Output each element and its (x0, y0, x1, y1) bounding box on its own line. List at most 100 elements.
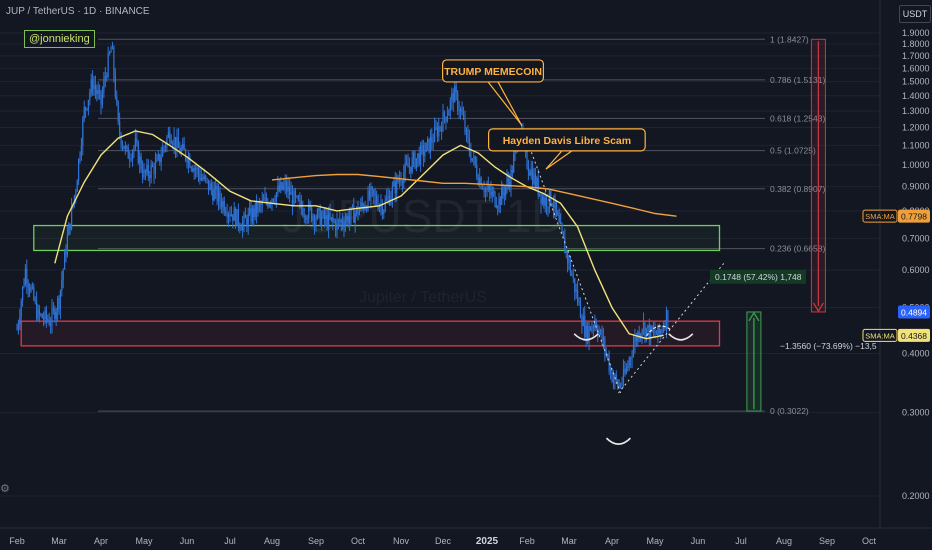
time-axis[interactable]: Feb Mar Apr May Jun Jul Aug Sep Oct Nov Dec 2025 Feb… (0, 527, 932, 550)
candle-body (289, 186, 291, 195)
candle-body (143, 170, 145, 177)
candle-body (628, 358, 630, 366)
candle-body (192, 168, 194, 172)
candle-body (336, 220, 338, 231)
candle-body (152, 165, 154, 167)
candle-body (222, 201, 224, 208)
candle-body (27, 283, 29, 288)
candle-body (371, 187, 373, 190)
candle-body (236, 209, 238, 226)
candle-body (182, 143, 184, 149)
candle-body (36, 300, 38, 319)
candle-body (20, 301, 22, 318)
candle-body (455, 86, 457, 93)
candle-body (239, 224, 241, 229)
resistance-zone[interactable] (20, 320, 721, 347)
candle-body (635, 336, 637, 342)
candle-body (343, 224, 345, 228)
candle-body (487, 186, 489, 190)
candle-body (195, 168, 197, 170)
candle-body (280, 182, 282, 191)
time-tick-0: Feb (9, 536, 25, 546)
time-tick-9: Nov (393, 536, 410, 546)
candle-body (274, 201, 276, 202)
candle-body (536, 177, 538, 187)
candle-body (87, 99, 89, 110)
candle-body (78, 159, 80, 181)
candle-body (250, 208, 252, 222)
candle-body (442, 111, 444, 132)
time-tick-13: Mar (561, 536, 577, 546)
support-zone[interactable] (33, 224, 721, 252)
candle-body (169, 131, 171, 141)
price-chart[interactable]: JUPUSDT 1D Jupiter / TetherUS 1 (1.8427)… (0, 0, 932, 550)
candle-body (76, 180, 78, 192)
candle-body (370, 187, 372, 199)
fib-label-3: 0.5 (1.0725) (770, 146, 816, 156)
candle-body (94, 85, 96, 90)
candle-body (561, 224, 563, 232)
candle-body (149, 175, 151, 178)
candle-body (595, 321, 597, 330)
candle-body (237, 209, 239, 225)
candle-body (101, 92, 104, 105)
candle-body (193, 168, 195, 172)
candle-body (251, 208, 253, 222)
candle-body (90, 79, 92, 93)
sma-slow-tag-label: SMA:MA (865, 212, 895, 221)
candle-body (23, 284, 25, 287)
candle-body (499, 197, 501, 205)
candle-body (202, 178, 204, 180)
candle-body (436, 127, 438, 137)
price-tick-12: 0.7000 (902, 233, 930, 243)
candle-body (162, 147, 164, 157)
candle-body (368, 190, 371, 199)
candle-body (551, 204, 553, 206)
candle-body (446, 115, 448, 122)
price-tick-0: 1.9000 (902, 28, 930, 38)
candle-body (160, 156, 162, 163)
candle-body (226, 213, 228, 218)
candle-body (54, 308, 56, 319)
candle-body (294, 190, 297, 197)
candle-body (401, 182, 403, 184)
symbol-header[interactable]: JUP / TetherUS · 1D · BINANCE (6, 6, 150, 17)
candle-body (26, 268, 28, 284)
candle-body (400, 179, 402, 183)
candle-body (505, 187, 507, 196)
candle-body (373, 189, 375, 196)
candle-body (126, 145, 128, 148)
candle-body (209, 183, 211, 191)
candle-body (249, 208, 251, 214)
candle-body (509, 181, 511, 188)
candle-body (147, 164, 149, 176)
candle-body (609, 369, 612, 372)
candle-body (490, 190, 492, 196)
candle-body (110, 49, 112, 53)
time-tick-11: 2025 (476, 536, 499, 547)
candle-body (581, 318, 583, 326)
candle-body (527, 166, 529, 172)
candle-body (140, 156, 142, 170)
candle-body (480, 177, 482, 189)
candle-body (607, 354, 609, 358)
candle-body (43, 318, 45, 320)
candle-body (92, 79, 94, 89)
candle-body (83, 107, 85, 120)
candle-body (537, 177, 539, 195)
candle-body (337, 219, 339, 221)
candle-body (200, 178, 202, 181)
candle-body (470, 151, 472, 161)
time-tick-15: May (646, 536, 664, 546)
candle-body (333, 221, 335, 222)
candle-body (376, 195, 378, 204)
currency-button[interactable]: USDT (899, 5, 931, 23)
candle-body (631, 355, 633, 359)
candle-body (330, 217, 332, 219)
time-tick-16: Jun (691, 536, 706, 546)
candle-body (627, 365, 629, 369)
gear-icon[interactable]: ⚙ (0, 482, 10, 495)
candle-body (406, 162, 408, 164)
candle-body (615, 375, 617, 381)
candle-body (134, 138, 136, 148)
